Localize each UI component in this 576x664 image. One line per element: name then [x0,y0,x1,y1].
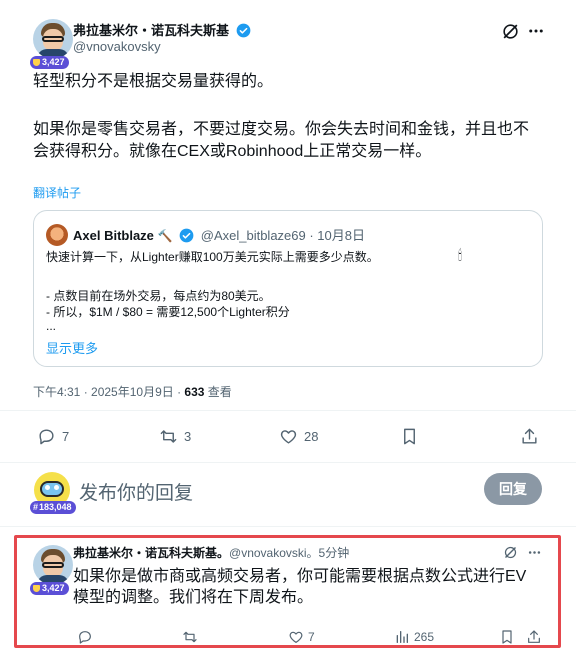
reply-compose-input[interactable]: 发布你的回复 [79,478,193,505]
author-name[interactable]: 弗拉基米尔・诺瓦科夫斯基 [73,23,229,38]
quote-text-line-1: 快速计算一下，从Lighter赚取100万美元实际上需要多少点数。 [46,250,379,264]
reply-action[interactable] [77,629,93,645]
bookmark-icon [404,428,415,445]
divider [0,462,576,463]
retweet-action[interactable] [182,629,198,645]
reply-text-line-2: 模型的调整。我们将在下周发布。 [73,589,314,606]
quote-author-avatar [46,224,68,246]
views-action[interactable]: 265 [394,629,434,645]
like-action[interactable]: 7 [288,629,315,645]
heart-icon [280,430,297,444]
reply-submit-button[interactable]: 回复 [484,473,542,505]
show-more-link[interactable]: 显示更多 [46,338,98,357]
hammer-icon: 🔨 [157,229,173,243]
reply-handle-time: @vnovakovski。5分钟 [229,546,350,560]
reply-icon [39,429,54,445]
heart-icon [289,631,303,643]
quote-text-line-2: - 点数目前在场外交易，每点约为80美元。 [46,289,271,303]
trophy-icon [33,585,40,592]
quote-text-line-3: - 所以，$1M / $80 = 需要12,500个Lighter积分 [46,305,290,319]
more-icon[interactable] [527,22,545,40]
post-timestamp: 下午4:31 · 2025年10月9日 · 633 查看 [33,385,232,399]
retweet-icon [183,631,197,643]
grok-icon[interactable] [503,545,518,560]
share-icon [522,428,537,444]
reply-text-line-1: 如果你是做市商或高频交易者，你可能需要根据点数公式进行EV [73,568,527,585]
reply-author-name[interactable]: 弗拉基米尔・诺瓦科夫斯基。 [73,546,229,560]
post-text-line-2: 如果你是零售交易者，不要过度交易。你会失去时间和金钱，并且也不 [33,121,530,138]
reply-author-avatar[interactable] [33,545,73,585]
more-icon[interactable] [527,545,542,560]
views-icon [396,631,408,643]
bookmark-icon [502,630,512,644]
quoted-post-card[interactable]: Axel Bitblaze 🔨 @Axel_bitblaze69 · 10月8日… [33,210,543,367]
grok-icon[interactable] [501,22,520,41]
like-action[interactable]: 28 [279,427,318,446]
retweet-icon [160,430,177,443]
verified-icon [237,23,251,38]
candle-icon: 🕯 [458,247,462,263]
reply-author-score-badge: 3,427 [30,582,69,595]
author-avatar[interactable] [33,19,73,59]
reply-icon [79,631,91,644]
quote-handle-date: @Axel_bitblaze69 · 10月8日 [200,228,365,243]
share-action[interactable] [526,629,542,645]
retweet-action[interactable]: 3 [159,427,191,446]
current-user-score-badge: #183,048 [30,501,76,514]
divider [0,410,576,411]
quote-author-name[interactable]: Axel Bitblaze [73,228,154,243]
share-icon [528,630,540,643]
author-handle[interactable]: @vnovakovsky [73,39,161,54]
post-text-line-3: 会获得积分。就像在CEX或Robinhood上正常交易一样。 [33,143,432,160]
divider [0,526,576,527]
translate-post-link[interactable]: 翻译帖子 [33,184,81,201]
bookmark-action[interactable] [499,629,515,645]
verified-icon [179,228,194,243]
views-count: 633 [184,385,205,399]
post-text-line-1: 轻型积分不是根据交易量获得的。 [33,73,274,90]
bookmark-action[interactable] [400,427,419,446]
reply-action[interactable]: 7 [37,427,69,446]
author-score-badge: 3,427 [30,56,69,69]
trophy-icon [33,59,40,66]
share-action[interactable] [520,427,539,446]
quote-text-line-4: ... [46,319,57,333]
